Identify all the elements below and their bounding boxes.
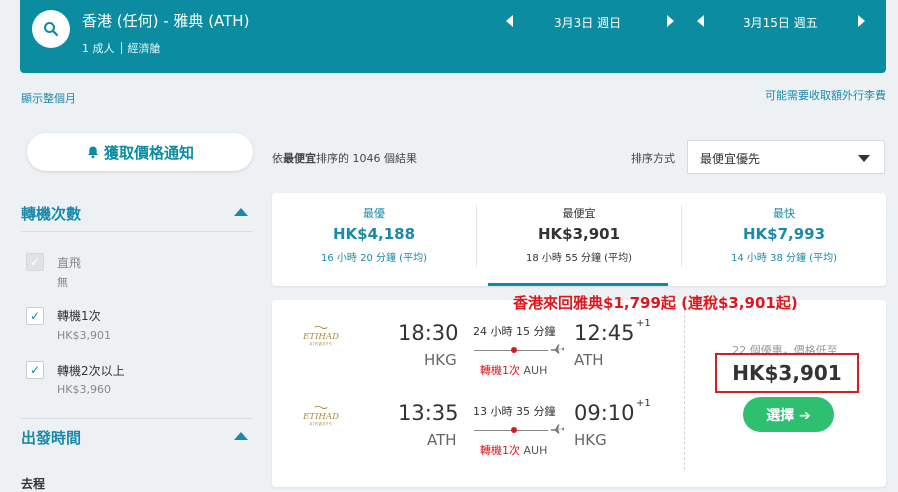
tab-best-price: HK$4,188 bbox=[332, 225, 416, 243]
two-plus-stops-label[interactable]: 轉機2次以上 bbox=[57, 362, 125, 379]
route-title[interactable]: 香港 (任何) - 雅典 (ATH) bbox=[82, 10, 249, 31]
leg2-stops: 轉機1次 AUH bbox=[480, 442, 547, 458]
tab-cheapest-price: HK$3,901 bbox=[537, 225, 621, 243]
results-count-suffix: 排序的 1046 個結果 bbox=[316, 152, 417, 165]
collapse-stops-icon[interactable] bbox=[234, 208, 248, 216]
plane-icon bbox=[551, 344, 564, 354]
divider bbox=[21, 418, 253, 419]
search-header[interactable]: 香港 (任何) - 雅典 (ATH) 1 成人 經濟艙 3月3日 週日 3月15日… bbox=[20, 0, 886, 73]
svg-text:AIRWAYS: AIRWAYS bbox=[310, 341, 333, 346]
sort-value: 最便宜優先 bbox=[700, 152, 761, 166]
lowest-price: HK$3,901 bbox=[715, 353, 859, 393]
active-tab-indicator bbox=[488, 283, 668, 286]
traveler-summary[interactable]: 1 成人 經濟艙 bbox=[82, 40, 161, 56]
one-stop-price: HK$3,901 bbox=[57, 329, 111, 342]
leg1-stop-dot bbox=[511, 347, 517, 353]
stops-filter-title[interactable]: 轉機次數 bbox=[21, 203, 81, 224]
leg2-arrive-time: 09:10 bbox=[574, 401, 635, 425]
depart-date[interactable]: 3月3日 週日 bbox=[554, 14, 621, 31]
tab-best-duration: 16 小時 20 分鐘 (平均) bbox=[321, 253, 427, 264]
divider bbox=[120, 42, 122, 54]
tab-best[interactable]: 最優 HK$4,188 16 小時 20 分鐘 (平均) bbox=[272, 193, 476, 286]
leg2-day-offset: +1 bbox=[636, 398, 651, 409]
nonstop-price: 無 bbox=[57, 276, 68, 289]
return-next-arrow-icon[interactable] bbox=[858, 15, 865, 27]
extra-baggage-link[interactable]: 可能需要收取額外行李費 bbox=[765, 87, 886, 103]
results-count: 依最便宜排序的 1046 個結果 bbox=[272, 150, 417, 166]
leg2-duration: 13 小時 35 分鐘 bbox=[473, 405, 556, 418]
one-stop-checkbox[interactable]: ✓ bbox=[26, 307, 44, 325]
sort-label: 排序方式 bbox=[631, 152, 675, 165]
outbound-label: 去程 bbox=[21, 477, 46, 491]
return-prev-arrow-icon[interactable] bbox=[697, 15, 704, 27]
results-count-sort: 最便宜 bbox=[283, 152, 316, 165]
depart-prev-arrow-icon[interactable] bbox=[506, 15, 513, 27]
tab-fastest-label: 最快 bbox=[773, 207, 795, 220]
leg1-stops: 轉機1次 AUH bbox=[480, 362, 547, 378]
results-count-prefix: 依 bbox=[272, 152, 283, 165]
tab-best-label: 最優 bbox=[363, 207, 385, 220]
bell-icon bbox=[87, 146, 98, 159]
tab-cheapest[interactable]: 最便宜 HK$3,901 18 小時 55 分鐘 (平均) bbox=[477, 193, 681, 286]
leg1-origin: HKG bbox=[424, 351, 457, 369]
one-stop-label[interactable]: 轉機1次 bbox=[57, 307, 101, 324]
leg1-stop-count: 轉機1次 bbox=[480, 364, 520, 377]
leg1-destination: ATH bbox=[574, 351, 604, 369]
tab-cheapest-duration: 18 小時 55 分鐘 (平均) bbox=[526, 253, 632, 264]
show-whole-month-link[interactable]: 顯示整個月 bbox=[21, 90, 76, 106]
two-plus-stops-price: HK$3,960 bbox=[57, 383, 111, 396]
departure-time-filter-title[interactable]: 出發時間 bbox=[21, 427, 81, 448]
search-icon bbox=[44, 22, 59, 37]
plane-icon bbox=[551, 424, 564, 434]
svg-text:ETIHAD: ETIHAD bbox=[302, 412, 339, 422]
nonstop-checkbox: ✓ bbox=[26, 253, 44, 271]
tab-fastest[interactable]: 最快 HK$7,993 14 小時 38 分鐘 (平均) bbox=[682, 193, 886, 286]
nonstop-label: 直飛 bbox=[57, 256, 82, 270]
cabin-class: 經濟艙 bbox=[127, 42, 161, 55]
etihad-logo: ETIHAD AIRWAYS bbox=[302, 405, 339, 426]
leg1-hub: AUH bbox=[523, 364, 548, 377]
collapse-departure-icon[interactable] bbox=[234, 432, 248, 440]
chevron-down-icon bbox=[858, 155, 870, 162]
divider bbox=[21, 231, 253, 232]
etihad-logo: ETIHAD AIRWAYS bbox=[302, 325, 339, 346]
svg-text:AIRWAYS: AIRWAYS bbox=[310, 421, 333, 426]
leg2-stop-count: 轉機1次 bbox=[480, 444, 520, 457]
promo-banner: 香港來回雅典$1,799起 (連稅$3,901起) bbox=[513, 294, 798, 312]
two-plus-stops-checkbox[interactable]: ✓ bbox=[26, 361, 44, 379]
leg2-hub: AUH bbox=[523, 444, 548, 457]
price-alert-label: 獲取價格通知 bbox=[103, 143, 194, 162]
leg2-stop-dot bbox=[511, 427, 517, 433]
tab-fastest-price: HK$7,993 bbox=[742, 225, 826, 243]
select-button[interactable]: 選擇 ➔ bbox=[743, 397, 834, 432]
svg-text:ETIHAD: ETIHAD bbox=[302, 332, 339, 342]
leg1-depart-time: 18:30 bbox=[398, 321, 459, 345]
passenger-count: 1 成人 bbox=[82, 42, 115, 55]
search-button[interactable] bbox=[32, 10, 70, 48]
sort-dropdown[interactable]: 最便宜優先 bbox=[687, 140, 885, 174]
leg2-origin: ATH bbox=[427, 431, 457, 449]
depart-next-arrow-icon[interactable] bbox=[667, 15, 674, 27]
leg1-arrive-time: 12:45 bbox=[574, 321, 635, 345]
tab-fastest-duration: 14 小時 38 分鐘 (平均) bbox=[731, 253, 837, 264]
sort-summary-tabs: 最優 HK$4,188 16 小時 20 分鐘 (平均) 最便宜 HK$3,90… bbox=[272, 193, 886, 286]
leg2-destination: HKG bbox=[574, 431, 607, 449]
divider bbox=[684, 310, 685, 470]
price-alert-button[interactable]: 獲取價格通知 bbox=[27, 133, 253, 171]
return-date[interactable]: 3月15日 週五 bbox=[743, 14, 818, 31]
leg1-day-offset: +1 bbox=[636, 318, 651, 329]
leg1-duration: 24 小時 15 分鐘 bbox=[473, 325, 556, 338]
tab-cheapest-label: 最便宜 bbox=[562, 207, 596, 220]
leg2-depart-time: 13:35 bbox=[398, 401, 459, 425]
